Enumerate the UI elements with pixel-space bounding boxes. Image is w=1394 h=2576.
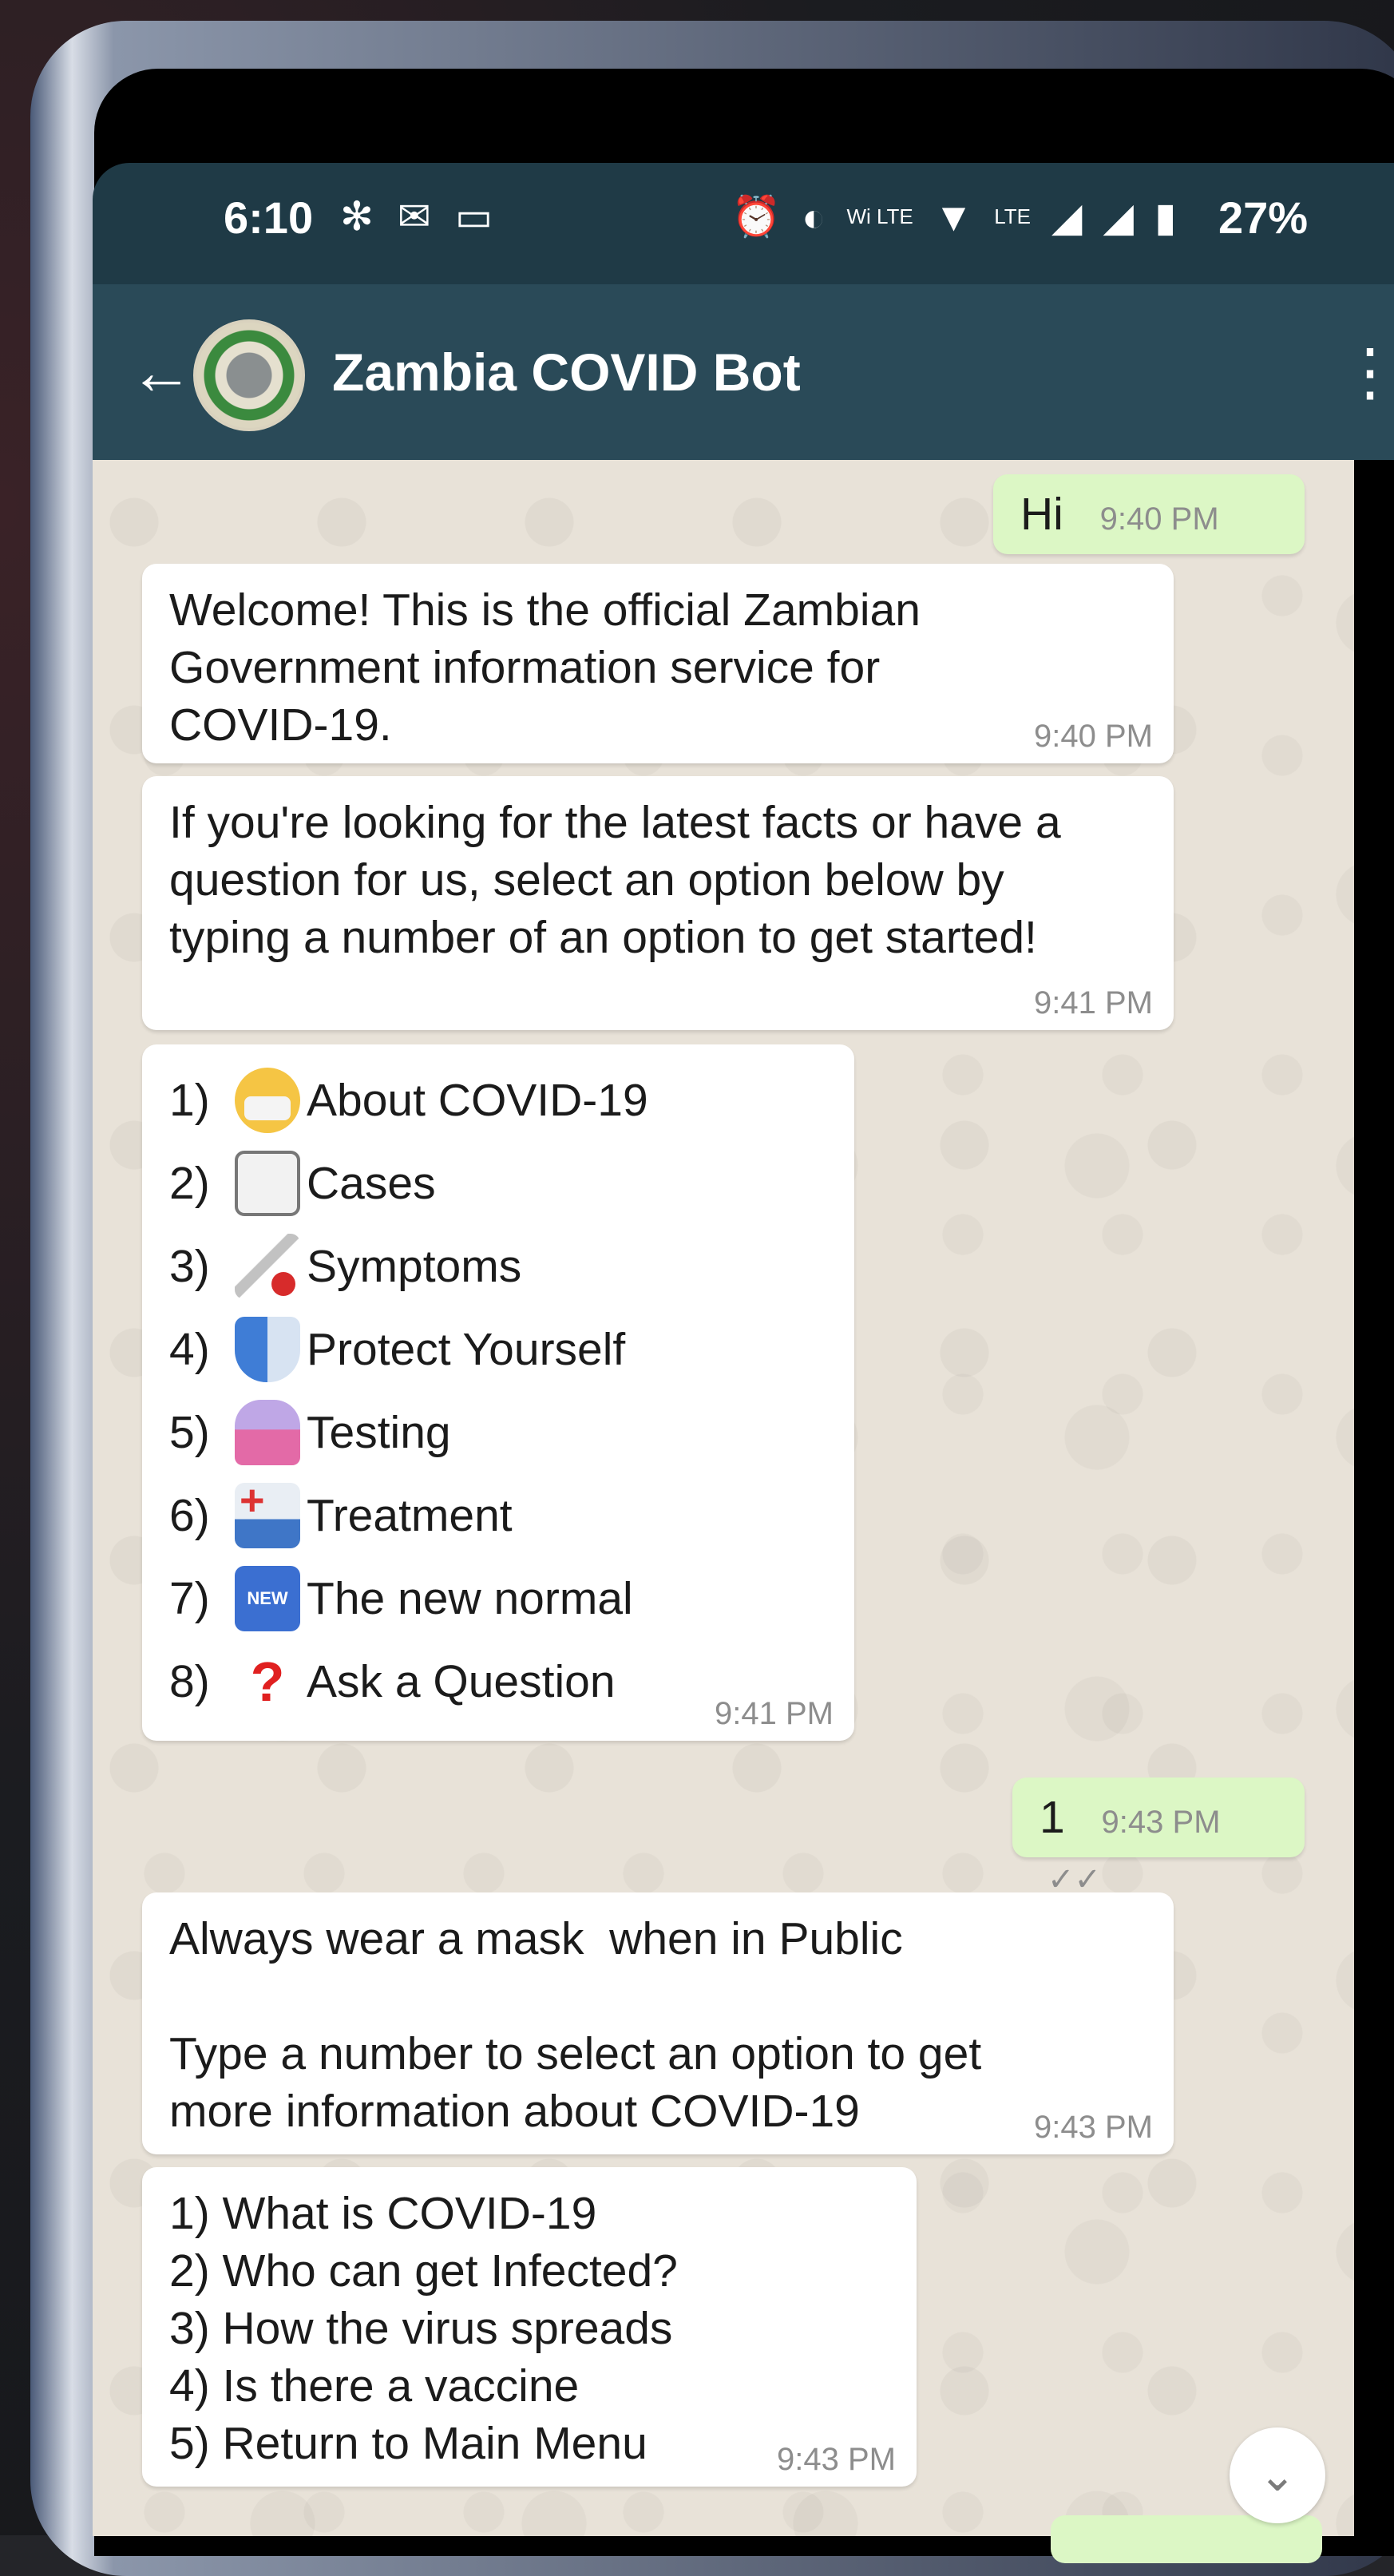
gmail-icon: ✉ xyxy=(397,194,431,239)
message-line: typing a number of an option to get star… xyxy=(169,912,1037,963)
data-saver-icon: ◐ xyxy=(802,194,826,240)
message-outgoing[interactable]: Hi 9:40 PM ✓✓ xyxy=(993,474,1305,594)
menu-number: 5) xyxy=(169,1407,210,1458)
face-mask-icon xyxy=(235,1068,300,1133)
status-bar: 6:10 ✻ ✉ ▭ ⏰ ◐ Wi LTE ▼ LTE ◢ ◢ ▮ 27% xyxy=(93,163,1394,284)
menu-item-about-covid: 1) About COVID-19 xyxy=(169,1059,829,1142)
message-line: COVID-19. xyxy=(169,699,392,751)
back-arrow-icon[interactable]: ← xyxy=(129,340,193,404)
message-time: 9:43 PM xyxy=(777,2442,896,2477)
message-incoming-menu[interactable]: 1) About COVID-19 2) Cases 3) Symptoms 4… xyxy=(142,1044,854,1741)
message-line: 2) Who can get Infected? xyxy=(169,2245,678,2297)
menu-item-testing: 5) Testing xyxy=(169,1391,829,1474)
message-incoming[interactable]: 1) What is COVID-19 2) Who can get Infec… xyxy=(142,2167,917,2487)
menu-number: 8) xyxy=(169,1656,210,1707)
hospital-icon xyxy=(235,1472,300,1548)
chat-area[interactable]: Hi 9:40 PM ✓✓ Welcome! This is the offic… xyxy=(93,460,1354,2536)
menu-number: 7) xyxy=(169,1573,210,1624)
menu-label: Cases xyxy=(307,1158,436,1209)
more-options-icon[interactable]: ⋮ xyxy=(1338,324,1394,420)
message-line: Government information service for xyxy=(169,642,881,693)
menu-item-protect-yourself: 4) Protect Yourself xyxy=(169,1308,829,1391)
message-line: 4) Is there a vaccine xyxy=(169,2360,580,2412)
menu-item-symptoms: 3) Symptoms xyxy=(169,1225,829,1308)
menu-item-new-normal: 7) NEW The new normal xyxy=(169,1557,829,1640)
message-time: 9:41 PM xyxy=(715,1696,834,1731)
menu-label: Symptoms xyxy=(307,1241,522,1292)
avatar[interactable] xyxy=(193,319,305,431)
battery-level: 27% xyxy=(1218,192,1309,243)
message-line: 3) How the virus spreads xyxy=(169,2303,673,2354)
menu-item-treatment: 6) Treatment xyxy=(169,1472,829,1557)
signal-icon: ◢ xyxy=(1103,194,1134,240)
menu-label: The new normal xyxy=(307,1573,633,1624)
message-time: 9:43 PM xyxy=(1034,2110,1153,2145)
scroll-down-button[interactable]: ⌄ xyxy=(1230,2427,1325,2523)
chat-header: ← Zambia COVID Bot ⋮ xyxy=(93,284,1394,460)
menu-label: Treatment xyxy=(307,1490,513,1541)
menu-label: Testing xyxy=(307,1407,451,1458)
message-line: 1) What is COVID-19 xyxy=(169,2188,597,2239)
message-time: 9:41 PM xyxy=(1034,985,1153,1020)
menu-number: 2) xyxy=(169,1158,210,1209)
message-line: If you're looking for the latest facts o… xyxy=(169,797,1061,848)
notification-icons: ✻ ✉ ▭ xyxy=(340,193,493,240)
menu-label: About COVID-19 xyxy=(307,1075,648,1126)
menu-label: Ask a Question xyxy=(307,1656,616,1707)
message-incoming[interactable]: Always wear a mask when in Public Type a… xyxy=(142,1892,1174,2154)
message-time: 9:40 PM xyxy=(1099,501,1219,537)
status-time: 6:10 xyxy=(224,192,314,243)
menu-item-cases: 2) Cases xyxy=(169,1142,829,1225)
new-button-icon: NEW xyxy=(235,1566,300,1631)
menu-number: 6) xyxy=(169,1490,210,1541)
shield-icon xyxy=(235,1317,300,1382)
menu-number: 1) xyxy=(169,1075,210,1126)
message-text: Hi xyxy=(1020,489,1063,540)
battery-icon: ▮ xyxy=(1154,194,1177,240)
wifi-icon: ▼ xyxy=(933,194,974,240)
menu-number: 4) xyxy=(169,1324,210,1375)
message-line: Always wear a mask when in Public xyxy=(169,1913,903,1964)
message-time: 9:40 PM xyxy=(1034,719,1153,754)
volte-icon: Wi LTE xyxy=(846,204,913,228)
system-icons: ⏰ ◐ Wi LTE ▼ LTE ◢ ◢ ▮ xyxy=(731,193,1176,240)
message-time: 9:43 PM xyxy=(1101,1805,1221,1840)
message-line: more information about COVID-19 xyxy=(169,2086,860,2137)
clipboard-icon xyxy=(235,1151,300,1216)
message-line xyxy=(169,1968,1148,2025)
slack-icon: ✻ xyxy=(340,194,374,239)
question-mark-icon: ? xyxy=(250,1651,285,1713)
chat-title[interactable]: Zambia COVID Bot xyxy=(332,342,801,402)
lte-signal-icon: LTE xyxy=(994,204,1032,228)
message-incoming[interactable]: If you're looking for the latest facts o… xyxy=(142,776,1174,1030)
menu-number: 3) xyxy=(169,1241,210,1292)
message-line: question for us, select an option below … xyxy=(169,854,1004,906)
thermometer-icon xyxy=(235,1234,300,1299)
message-line: Type a number to select an option to get xyxy=(169,2028,982,2079)
message-incoming[interactable]: Welcome! This is the official Zambian Go… xyxy=(142,564,1174,763)
chevron-down-icon: ⌄ xyxy=(1258,2450,1297,2500)
menu-label: Protect Yourself xyxy=(307,1324,626,1375)
message-outgoing[interactable]: 1 9:43 PM ✓✓ xyxy=(1012,1777,1305,1897)
alarm-icon: ⏰ xyxy=(731,194,782,239)
message-text: 1 xyxy=(1040,1792,1065,1843)
signal-icon: ◢ xyxy=(1051,194,1083,240)
laptop-icon: ▭ xyxy=(454,194,493,239)
message-line: Welcome! This is the official Zambian xyxy=(169,585,921,636)
test-tube-icon xyxy=(235,1400,300,1465)
